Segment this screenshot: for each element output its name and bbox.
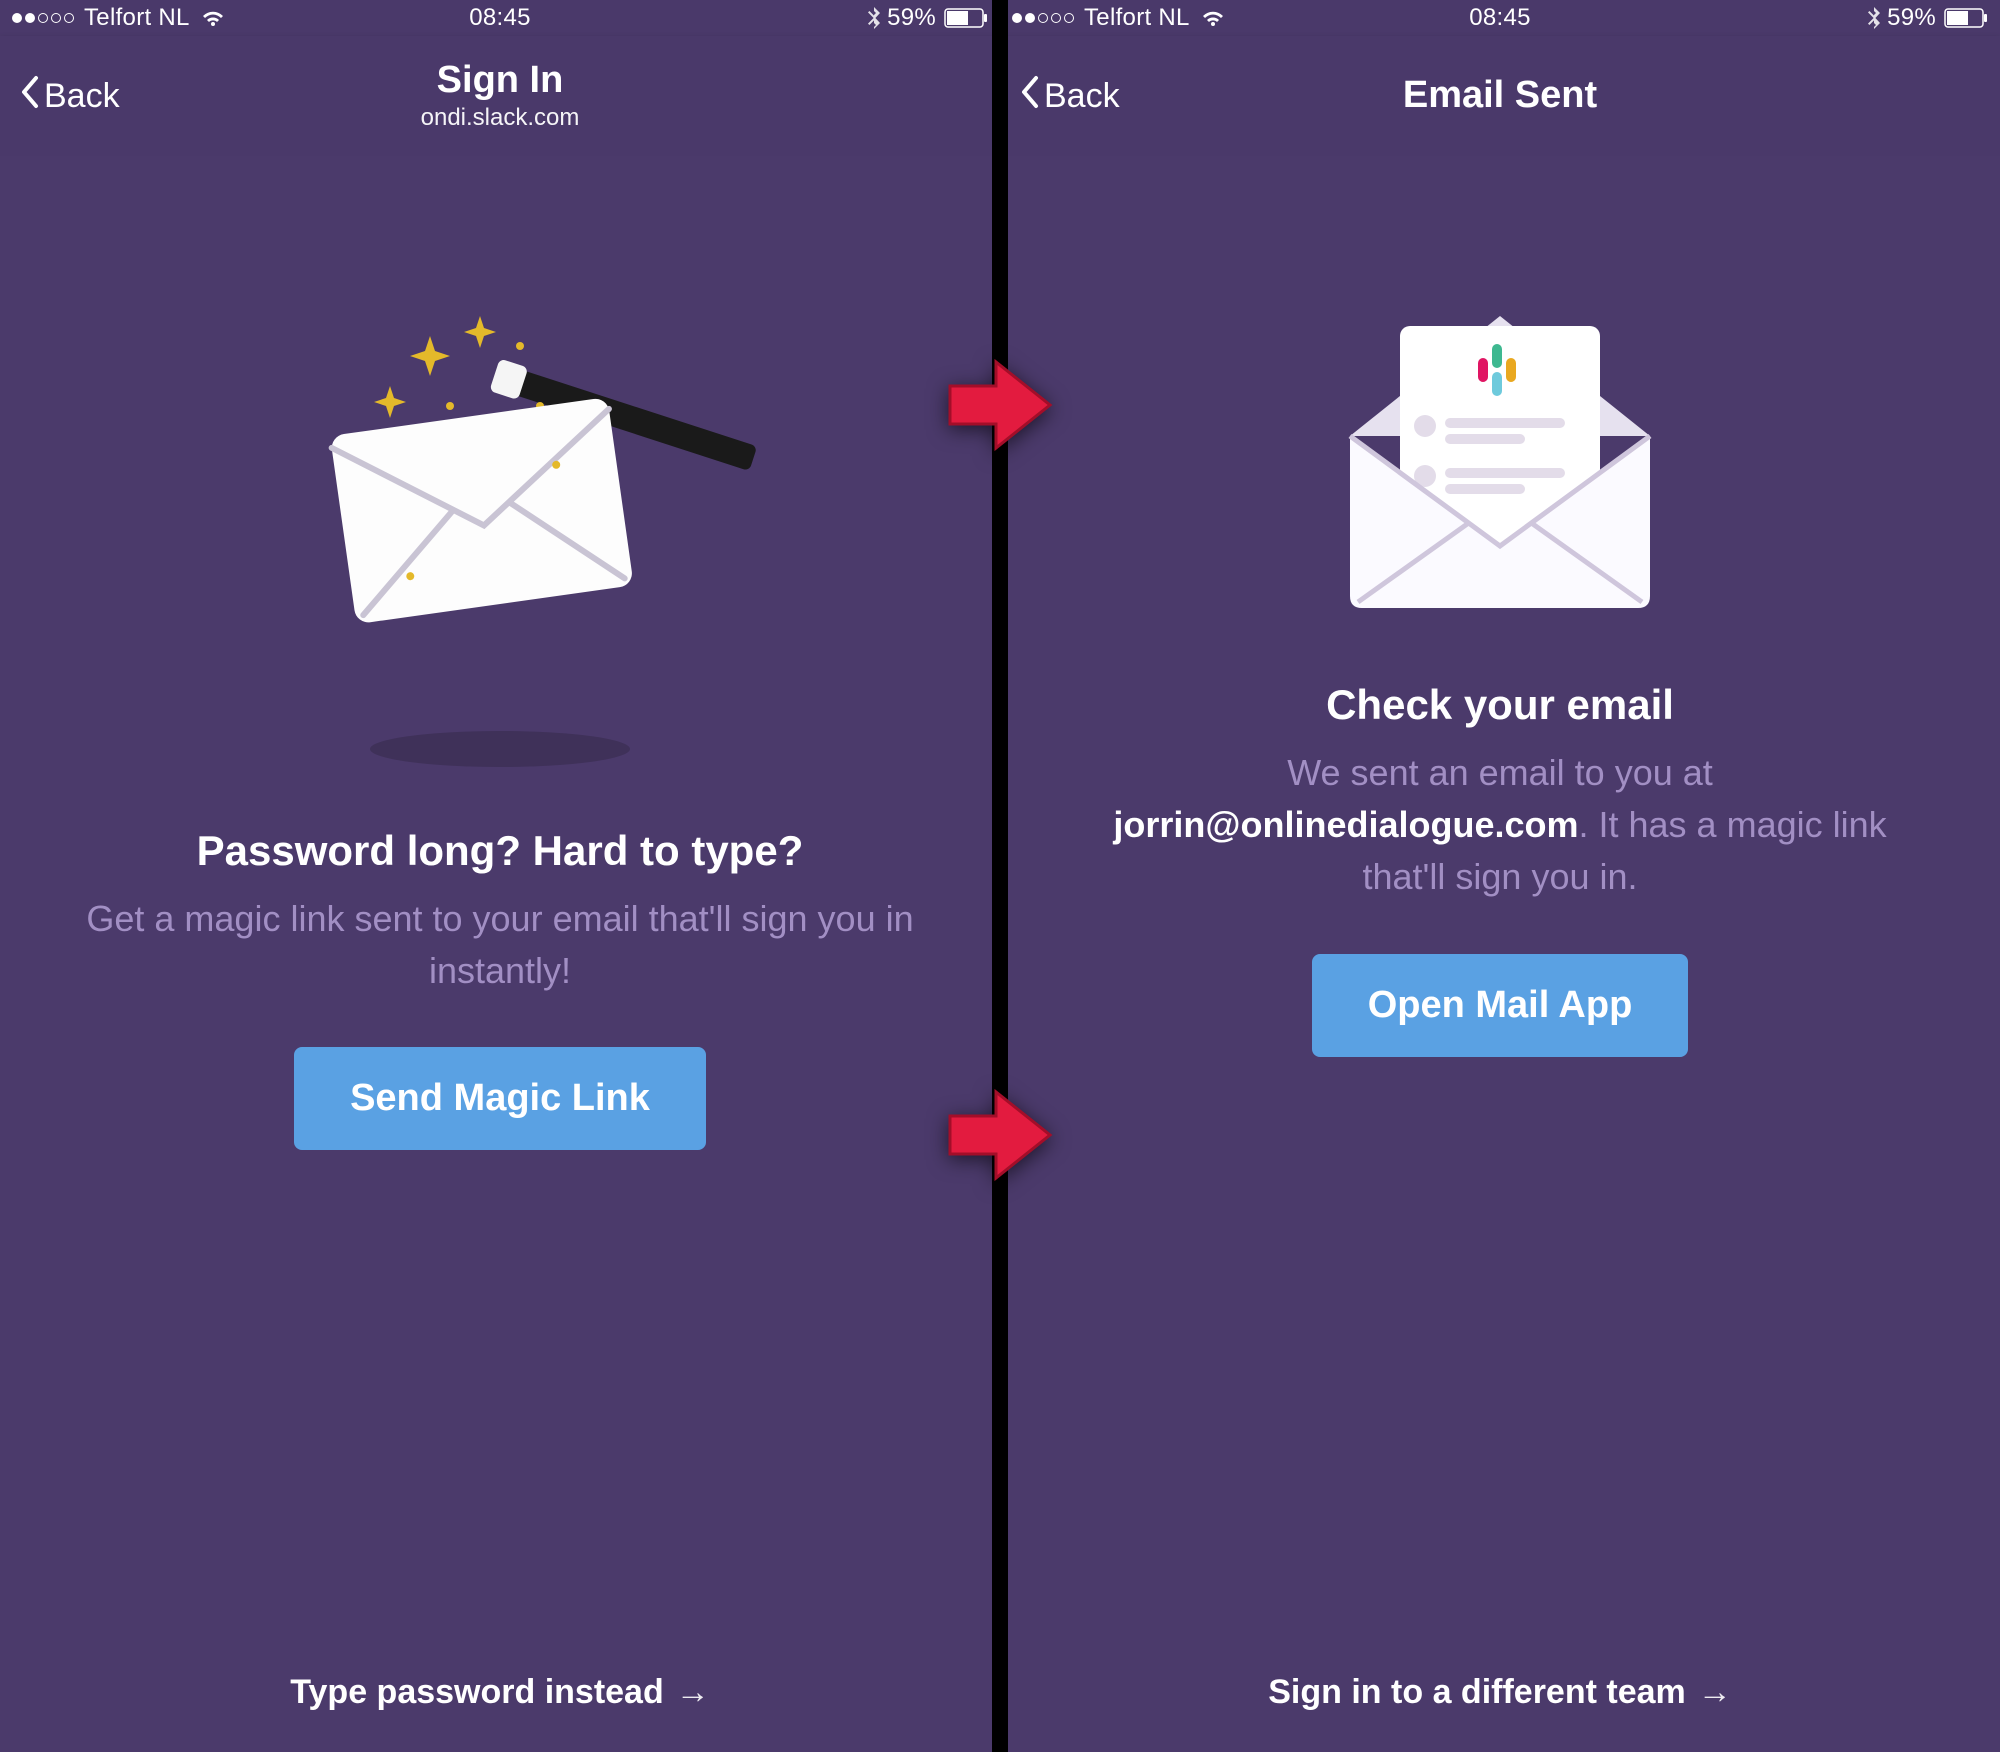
- screen-email-sent: Telfort NL 08:45 59% Back Email Sent: [1000, 0, 2000, 1752]
- open-envelope-illustration: [1310, 256, 1690, 641]
- main-content: Check your email We sent an email to you…: [1000, 156, 2000, 1752]
- wifi-icon: [1200, 8, 1226, 28]
- open-mail-app-button[interactable]: Open Mail App: [1312, 954, 1689, 1057]
- page-title: Sign In: [421, 60, 580, 102]
- status-bar: Telfort NL 08:45 59%: [1000, 0, 2000, 36]
- battery-percent-label: 59%: [887, 4, 936, 32]
- battery-icon: [1944, 8, 1988, 28]
- clock-label: 08:45: [1469, 4, 1531, 32]
- battery-icon: [944, 8, 988, 28]
- page-title: Email Sent: [1403, 75, 1597, 117]
- subtext-pre: We sent an email to you at: [1287, 752, 1713, 793]
- footer-link-label: Sign in to a different team: [1268, 1673, 1685, 1712]
- carrier-label: Telfort NL: [84, 4, 190, 32]
- signal-dots-icon: [12, 13, 74, 23]
- bluetooth-icon: [1867, 7, 1881, 29]
- chevron-left-icon: [18, 74, 40, 119]
- signal-dots-icon: [1012, 13, 1074, 23]
- screen-signin: Telfort NL 08:45 59% Back Sign In ondi.s…: [0, 0, 1000, 1752]
- headline: Check your email: [1326, 681, 1674, 729]
- footer-link-label: Type password instead: [290, 1673, 663, 1712]
- back-label: Back: [1044, 77, 1120, 116]
- carrier-label: Telfort NL: [1084, 4, 1190, 32]
- arrow-right-icon: →: [676, 1673, 710, 1712]
- arrow-right-icon: →: [1698, 1673, 1732, 1712]
- main-content: Password long? Hard to type? Get a magic…: [0, 156, 1000, 1752]
- subtext: We sent an email to you at jorrin@online…: [1050, 747, 1950, 904]
- back-button[interactable]: Back: [18, 74, 120, 119]
- send-magic-link-button[interactable]: Send Magic Link: [294, 1047, 706, 1150]
- back-label: Back: [44, 77, 120, 116]
- status-bar: Telfort NL 08:45 59%: [0, 0, 1000, 36]
- battery-percent-label: 59%: [1887, 4, 1936, 32]
- headline: Password long? Hard to type?: [197, 827, 804, 875]
- page-subtitle: ondi.slack.com: [421, 104, 580, 132]
- screen-divider: [992, 0, 1008, 1752]
- subtext: Get a magic link sent to your email that…: [50, 893, 950, 997]
- chevron-left-icon: [1018, 74, 1040, 119]
- wifi-icon: [200, 8, 226, 28]
- transition-arrow-icon: [940, 350, 1060, 465]
- bluetooth-icon: [867, 7, 881, 29]
- different-team-link[interactable]: Sign in to a different team →: [1268, 1673, 1731, 1712]
- back-button[interactable]: Back: [1018, 74, 1120, 119]
- transition-arrow-icon: [940, 1080, 1060, 1195]
- clock-label: 08:45: [469, 4, 531, 32]
- magic-envelope-illustration: [240, 296, 760, 767]
- type-password-link[interactable]: Type password instead →: [290, 1673, 709, 1712]
- nav-header: Back Sign In ondi.slack.com: [0, 36, 1000, 156]
- subtext-email: jorrin@onlinedialogue.com: [1113, 804, 1578, 845]
- nav-header: Back Email Sent: [1000, 36, 2000, 156]
